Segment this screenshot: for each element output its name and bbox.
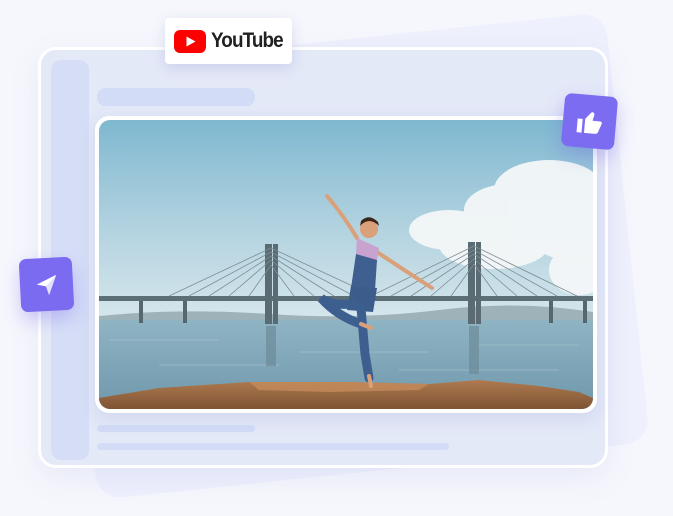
youtube-play-icon <box>174 29 207 53</box>
caption-placeholder-long <box>97 443 449 450</box>
like-button[interactable] <box>560 92 619 151</box>
caption-placeholder-short <box>97 425 255 432</box>
illustration: YouTube <box>0 0 673 516</box>
youtube-logo: YouTube <box>165 18 292 64</box>
paper-plane-icon <box>36 274 56 295</box>
youtube-wordmark: YouTube <box>211 29 284 52</box>
thumbs-up-icon <box>576 111 602 134</box>
video-thumbnail[interactable] <box>95 116 597 413</box>
share-button[interactable] <box>18 256 75 313</box>
title-placeholder <box>97 88 255 106</box>
dancer-photo <box>99 120 593 409</box>
